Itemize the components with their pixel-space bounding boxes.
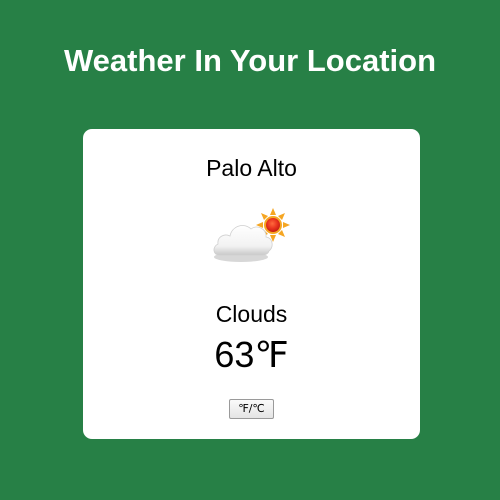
- unit-toggle-button[interactable]: ℉/℃: [229, 399, 274, 419]
- weather-card: Palo Alto Clouds 63℉ ℉/℃: [83, 129, 420, 439]
- temperature-value: 63℉: [214, 334, 289, 375]
- weather-condition: Clouds: [215, 301, 288, 327]
- cloud-sun-icon: [211, 207, 301, 267]
- city-name: Palo Alto: [206, 155, 297, 181]
- page-title: Weather In Your Location: [63, 43, 437, 78]
